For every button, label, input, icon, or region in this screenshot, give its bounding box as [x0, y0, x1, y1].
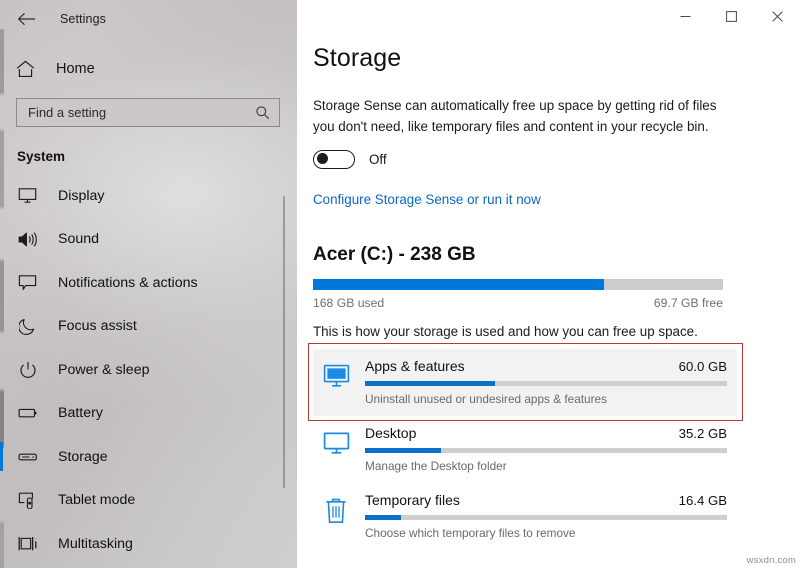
- minimize-button[interactable]: [662, 0, 708, 32]
- sidebar-scrollbar[interactable]: [283, 196, 285, 488]
- drive-usage-legend: 168 GB used 69.7 GB free: [313, 296, 723, 310]
- storage-sense-description: Storage Sense can automatically free up …: [313, 95, 723, 137]
- tablet-icon: [17, 490, 38, 511]
- battery-icon: [17, 403, 38, 424]
- storage-category-subtitle: Uninstall unused or undesired apps & fea…: [365, 392, 727, 406]
- sidebar-item-storage-label: Storage: [58, 449, 108, 465]
- storage-page: Storage Storage Sense can automatically …: [297, 0, 800, 550]
- storage-category-bar: [365, 381, 727, 386]
- sidebar-item-power-sleep[interactable]: Power & sleep: [0, 348, 297, 392]
- apps-monitor-icon: [321, 364, 351, 394]
- storage-category-size: 60.0 GB: [679, 359, 727, 374]
- maximize-button[interactable]: [708, 0, 754, 32]
- sidebar-item-sound-label: Sound: [58, 231, 99, 247]
- sidebar-section-title: System: [17, 149, 297, 164]
- speaker-icon: [17, 229, 38, 250]
- storage-category-subtitle: Manage the Desktop folder: [365, 459, 727, 473]
- sidebar-item-home[interactable]: Home: [0, 49, 297, 89]
- storage-category-size: 16.4 GB: [679, 493, 727, 508]
- settings-window: Settings Home Find a setting System: [0, 0, 800, 568]
- sidebar-item-focus-assist-label: Focus assist: [58, 318, 137, 334]
- storage-sense-toggle-row: Off: [313, 150, 800, 169]
- storage-category-body: Desktop 35.2 GB Manage the Desktop folder: [365, 425, 727, 473]
- home-icon: [15, 58, 36, 80]
- storage-category-bar-fill: [365, 515, 401, 520]
- sidebar-nav-list: Display Sound: [0, 174, 297, 566]
- multitasking-icon: [17, 533, 38, 554]
- storage-category-name: Temporary files: [365, 492, 460, 508]
- storage-category-row[interactable]: Temporary files 16.4 GB Choose which tempo…: [313, 483, 737, 550]
- main-content: Storage Storage Sense can automatically …: [297, 0, 800, 568]
- drive-usage-bar: [313, 279, 723, 290]
- sidebar-item-home-label: Home: [56, 61, 95, 77]
- bottom-fade: [297, 560, 800, 568]
- sidebar-item-notifications-label: Notifications & actions: [58, 275, 198, 291]
- page-title: Storage: [313, 44, 800, 73]
- sidebar-item-storage[interactable]: Storage: [0, 435, 297, 479]
- sidebar-item-power-sleep-label: Power & sleep: [58, 362, 149, 378]
- desktop-monitor-icon: [321, 431, 351, 461]
- storage-category-header: Temporary files 16.4 GB: [365, 492, 727, 508]
- sidebar-item-notifications[interactable]: Notifications & actions: [0, 261, 297, 305]
- close-button[interactable]: [754, 0, 800, 32]
- storage-category-name: Desktop: [365, 425, 416, 441]
- storage-category-header: Desktop 35.2 GB: [365, 425, 727, 441]
- moon-icon: [17, 316, 38, 337]
- drive-free-label: 69.7 GB free: [654, 296, 723, 310]
- notification-icon: [17, 272, 38, 293]
- storage-category-row[interactable]: Apps & features 60.0 GB Uninstall unused o…: [313, 349, 737, 416]
- sidebar-item-tablet-mode-label: Tablet mode: [58, 492, 135, 508]
- storage-category-body: Apps & features 60.0 GB Uninstall unused o…: [365, 358, 727, 406]
- power-icon: [17, 359, 38, 380]
- storage-category-bar: [365, 515, 727, 520]
- search-input[interactable]: Find a setting: [16, 98, 280, 127]
- drive-title: Acer (C:) - 238 GB: [313, 244, 800, 266]
- search-input-value: Find a setting: [28, 106, 254, 119]
- storage-category-body: Temporary files 16.4 GB Choose which tempo…: [365, 492, 727, 540]
- monitor-icon: [17, 185, 38, 206]
- storage-category-bar-fill: [365, 448, 441, 453]
- sidebar-item-display[interactable]: Display: [0, 174, 297, 218]
- storage-category-size: 35.2 GB: [679, 426, 727, 441]
- storage-category-bar: [365, 448, 727, 453]
- storage-sense-toggle-state: Off: [369, 152, 387, 167]
- sidebar-item-multitasking-label: Multitasking: [58, 536, 133, 552]
- window-controls: [662, 0, 800, 32]
- drive-usage-fill: [313, 279, 604, 290]
- storage-category-subtitle: Choose which temporary files to remove: [365, 526, 727, 540]
- storage-icon: [17, 446, 38, 467]
- watermark: wsxdn.com: [747, 555, 796, 566]
- drive-used-label: 168 GB used: [313, 296, 384, 310]
- sidebar-titlebar: Settings: [0, 0, 297, 38]
- window-title: Settings: [60, 12, 106, 26]
- sidebar-item-battery-label: Battery: [58, 405, 103, 421]
- sidebar-item-battery[interactable]: Battery: [0, 392, 297, 436]
- storage-category-row[interactable]: Desktop 35.2 GB Manage the Desktop folder: [313, 416, 737, 483]
- sidebar: Settings Home Find a setting System: [0, 0, 297, 568]
- search-icon[interactable]: [254, 105, 270, 121]
- sidebar-item-display-label: Display: [58, 188, 105, 204]
- storage-howto-text: This is how your storage is used and how…: [313, 324, 800, 339]
- sidebar-item-sound[interactable]: Sound: [0, 218, 297, 262]
- storage-category-name: Apps & features: [365, 358, 465, 374]
- toggle-knob: [317, 153, 328, 164]
- storage-category-header: Apps & features 60.0 GB: [365, 358, 727, 374]
- sidebar-item-multitasking[interactable]: Multitasking: [0, 522, 297, 566]
- sidebar-item-focus-assist[interactable]: Focus assist: [0, 305, 297, 349]
- storage-sense-toggle[interactable]: [313, 150, 355, 169]
- back-arrow-icon[interactable]: [14, 7, 38, 31]
- configure-storage-sense-link[interactable]: Configure Storage Sense or run it now: [313, 192, 541, 207]
- storage-category-bar-fill: [365, 381, 495, 386]
- storage-category-list: Apps & features 60.0 GB Uninstall unused o…: [313, 349, 737, 550]
- trash-icon: [321, 498, 351, 528]
- sidebar-item-tablet-mode[interactable]: Tablet mode: [0, 479, 297, 523]
